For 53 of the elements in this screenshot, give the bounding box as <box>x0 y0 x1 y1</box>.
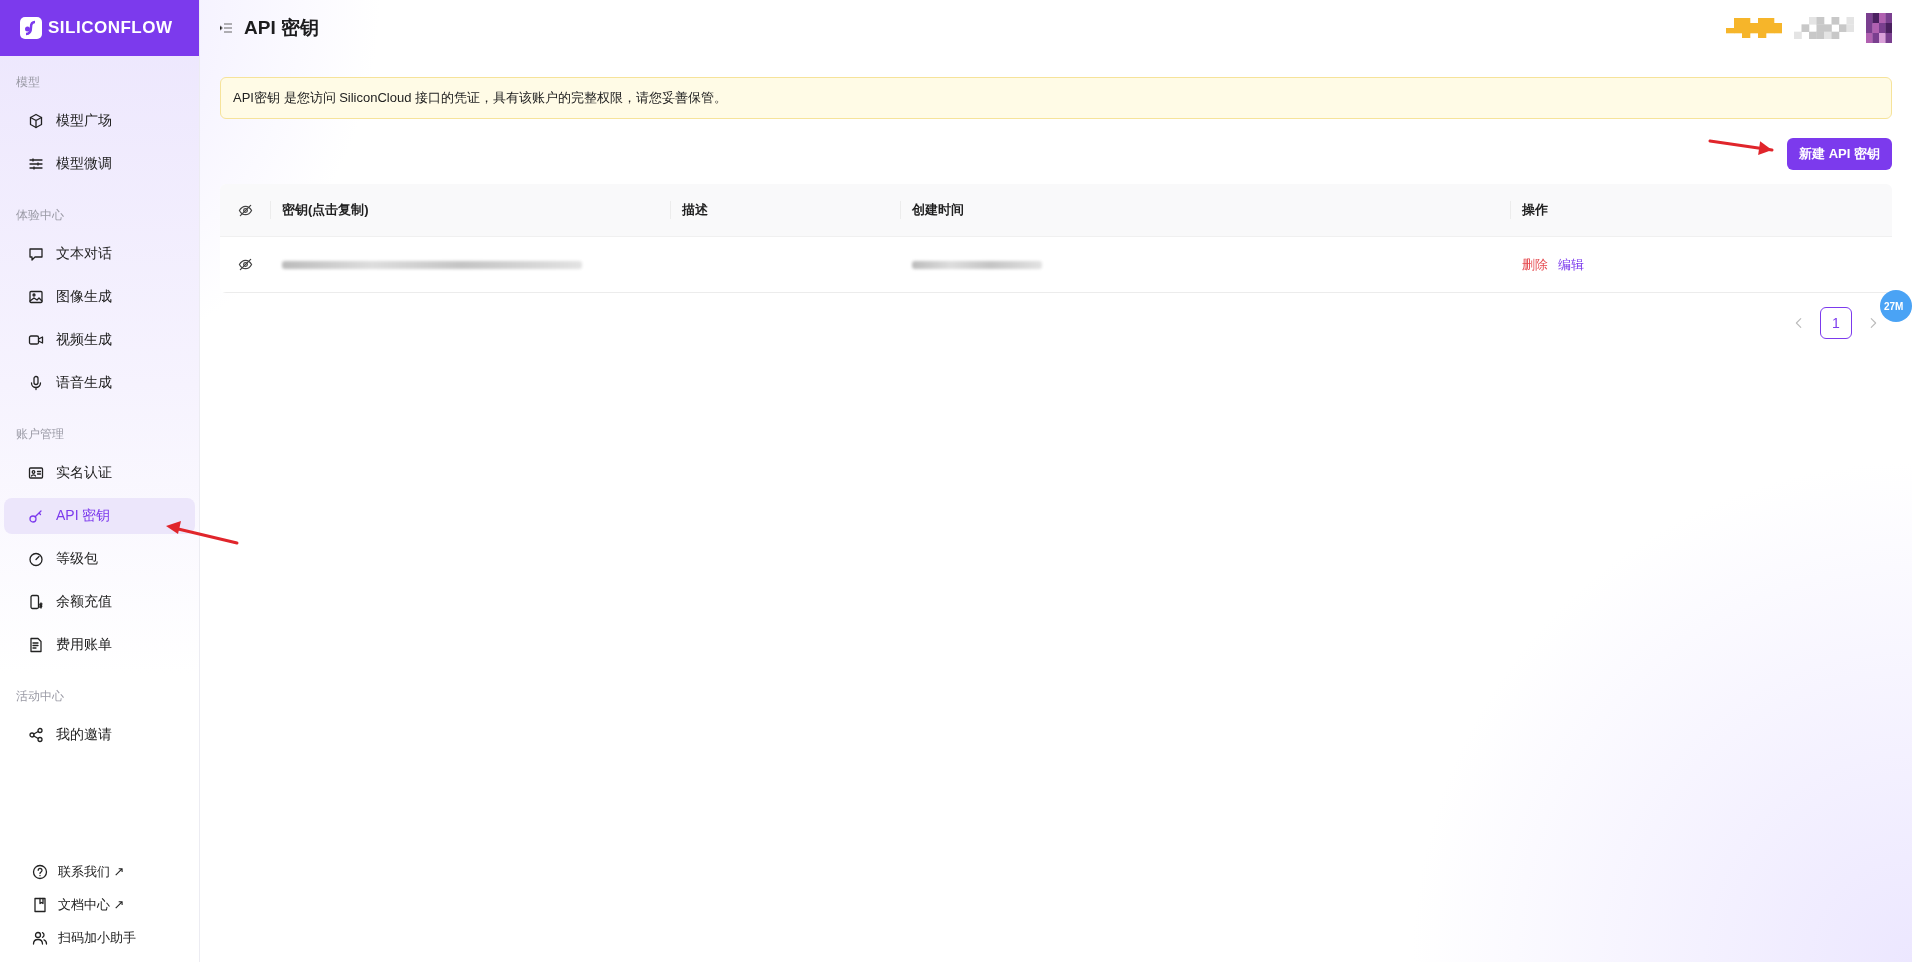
share-icon <box>28 727 44 743</box>
column-header: 创建时间 <box>912 201 964 219</box>
eye-slash-icon[interactable] <box>237 257 253 272</box>
redacted-drawing <box>1794 17 1854 39</box>
section-title: 模型 <box>15 74 41 91</box>
microphone-icon <box>28 375 44 391</box>
nav-item[interactable]: 费用账单 <box>4 627 195 663</box>
gauge-icon <box>28 551 44 567</box>
menu-icon[interactable] <box>220 22 232 34</box>
nav-item[interactable]: 图像生成 <box>4 279 195 315</box>
image-icon <box>28 289 44 305</box>
cube-icon <box>28 113 44 129</box>
redacted-drawing <box>1726 18 1782 38</box>
notice-banner: API密钥 是您访问 SiliconCloud 接口的凭证，具有该账户的完整权限，请您妥善保管。 <box>220 77 1892 119</box>
section-title: 账户管理 <box>15 426 65 443</box>
column-header: 操作 <box>1522 201 1548 219</box>
nav-item[interactable]: API 密钥 <box>4 498 195 534</box>
arrow-drawing <box>1708 139 1774 156</box>
footer-link[interactable]: 扫码加小助手 <box>0 921 199 954</box>
chat-bubble-icon <box>28 246 44 262</box>
phone-dollar-icon <box>28 594 44 610</box>
eye-slash-icon[interactable] <box>237 202 253 218</box>
page-button[interactable]: 1 <box>1820 307 1852 339</box>
nav-item[interactable]: 视频生成 <box>4 322 195 358</box>
section-title: 体验中心 <box>15 207 65 224</box>
nav-item[interactable]: 语音生成 <box>4 365 195 401</box>
sliders-icon <box>28 156 44 172</box>
id-card-icon <box>28 465 44 481</box>
footer-link[interactable]: 联系我们 ↗ <box>0 855 199 888</box>
book-icon <box>32 896 48 913</box>
help-circle-icon <box>32 863 48 880</box>
page-title: API 密钥 <box>244 16 319 40</box>
avatar-drawing <box>1866 13 1892 43</box>
receipt-icon <box>28 637 44 653</box>
logo-icon <box>20 17 42 39</box>
column-header: 密钥(点击复制) <box>282 201 369 219</box>
nav-item[interactable]: 文本对话 <box>4 236 195 272</box>
nav-item[interactable]: 实名认证 <box>4 455 195 491</box>
action-link[interactable]: 删除 <box>1522 255 1548 274</box>
key-icon <box>28 508 44 524</box>
action-link[interactable]: 编辑 <box>1558 255 1584 274</box>
footer-link[interactable]: 文档中心 ↗ <box>0 888 199 921</box>
nav-item[interactable]: 我的邀请 <box>4 717 195 753</box>
video-camera-icon <box>28 332 44 348</box>
nav-item[interactable]: 余额充值 <box>4 584 195 620</box>
section-title: 活动中心 <box>15 688 65 705</box>
nav-item[interactable]: 模型微调 <box>4 146 195 182</box>
nav-item[interactable]: 模型广场 <box>4 103 195 139</box>
column-header: 描述 <box>682 201 708 219</box>
nav-item[interactable]: 等级包 <box>4 541 195 577</box>
logo-text: SILICONFLOW <box>48 18 173 38</box>
create-key-button[interactable]: 新建 API 密钥 <box>1787 138 1892 170</box>
users-icon <box>32 929 48 946</box>
